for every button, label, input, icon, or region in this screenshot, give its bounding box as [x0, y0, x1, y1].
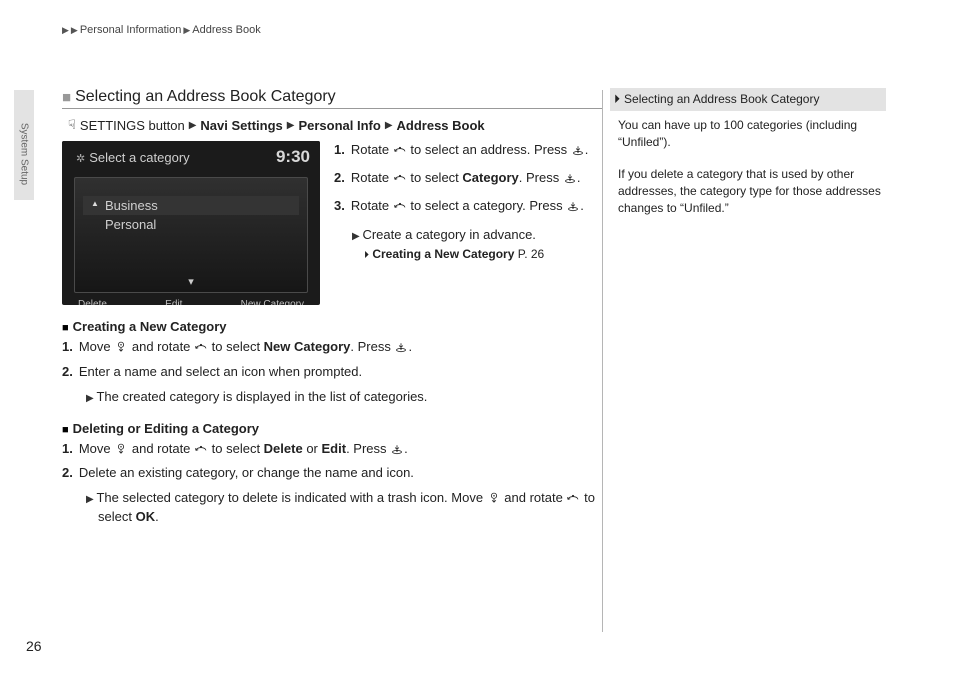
screen-btn: Edit — [165, 299, 182, 305]
screen-list-item: Business — [83, 196, 299, 215]
body-text: Move and rotate to select New Category. … — [79, 338, 412, 357]
rotate-icon — [566, 492, 580, 504]
note: ▶ The created category is displayed in t… — [86, 388, 602, 407]
press-icon — [394, 341, 408, 353]
chevron-icon: ▶ — [62, 25, 69, 36]
main-content: ■ Selecting an Address Book Category ☟ S… — [62, 88, 602, 531]
nav-path: ☟ SETTINGS button ▶ Navi Settings ▶ Pers… — [68, 117, 602, 133]
rotate-icon — [393, 200, 407, 212]
press-icon — [571, 144, 585, 156]
path-seg: Navi Settings — [200, 118, 282, 133]
settings-icon: ☟ — [68, 117, 76, 133]
screen-title: Select a category — [89, 150, 189, 165]
device-screenshot: ✲ Select a category 9:30 Business Persona… — [62, 141, 320, 305]
rotate-icon — [393, 172, 407, 184]
move-icon — [114, 443, 128, 455]
ref-icon: ⏵ — [364, 250, 369, 261]
step-text: Rotate to select Category. Press . — [351, 169, 589, 187]
path-seg: SETTINGS button — [80, 118, 185, 133]
chevron-icon: ▶ — [352, 231, 362, 242]
breadcrumb: ▶ ▶ Personal Information ▶ Address Book — [62, 24, 261, 36]
side-tab-label: System Setup — [19, 123, 30, 185]
screen-list-item: Personal — [75, 215, 307, 234]
press-icon — [390, 443, 404, 455]
chevron-icon: ▶ — [71, 25, 78, 36]
screen-btn: New Category — [241, 299, 304, 305]
page-number: 26 — [26, 638, 42, 654]
section-header: ■ Selecting an Address Book Category — [62, 88, 602, 109]
chevron-icon: ▶ — [183, 25, 190, 36]
rotate-icon — [194, 341, 208, 353]
path-seg: Address Book — [397, 118, 485, 133]
body-text: Move and rotate to select Delete or Edit… — [79, 440, 408, 459]
move-icon — [487, 492, 501, 504]
sub-heading: ■Deleting or Editing a Category — [62, 421, 602, 436]
side-paragraph: If you delete a category that is used by… — [610, 160, 886, 216]
body-text: Delete an existing category, or change t… — [79, 464, 414, 483]
section-title: Selecting an Address Book Category — [75, 88, 336, 106]
press-icon — [566, 200, 580, 212]
rotate-icon — [194, 443, 208, 455]
screen-btn: Delete — [78, 299, 107, 305]
breadcrumb-seg: Personal Information — [80, 24, 182, 36]
screen-time: 9:30 — [276, 147, 310, 167]
side-paragraph: You can have up to 100 categories (inclu… — [610, 111, 886, 151]
square-icon: ■ — [62, 424, 69, 436]
chevron-icon: ▶ — [287, 120, 295, 131]
side-tab: System Setup — [14, 90, 34, 200]
side-header: ⏵Selecting an Address Book Category — [610, 88, 886, 111]
chevron-icon: ▶ — [189, 120, 197, 131]
step-text: Rotate to select an address. Press . — [351, 141, 589, 159]
press-icon — [563, 172, 577, 184]
ref-icon: ⏵ — [614, 91, 620, 108]
body-text: Enter a name and select an icon when pro… — [79, 363, 362, 382]
square-icon: ■ — [62, 89, 71, 106]
path-seg: Personal Info — [298, 118, 380, 133]
divider — [602, 90, 603, 632]
square-icon: ■ — [62, 322, 69, 334]
move-icon — [114, 341, 128, 353]
side-column: ⏵Selecting an Address Book Category You … — [610, 88, 886, 217]
sun-icon: ✲ — [76, 153, 85, 165]
note: ▶ Create a category in advance. — [352, 226, 588, 244]
chevron-down-icon: ▾ — [188, 275, 194, 288]
rotate-icon — [393, 144, 407, 156]
chevron-icon: ▶ — [385, 120, 393, 131]
step-text: Rotate to select a category. Press . — [351, 197, 589, 215]
breadcrumb-seg: Address Book — [192, 24, 260, 36]
note: ▶ The selected category to delete is ind… — [86, 489, 602, 527]
step-list: 1. Rotate to select an address. Press . … — [334, 141, 588, 263]
cross-ref: ⏵ Creating a New Category P. 26 — [364, 246, 588, 263]
sub-heading: ■Creating a New Category — [62, 319, 602, 334]
